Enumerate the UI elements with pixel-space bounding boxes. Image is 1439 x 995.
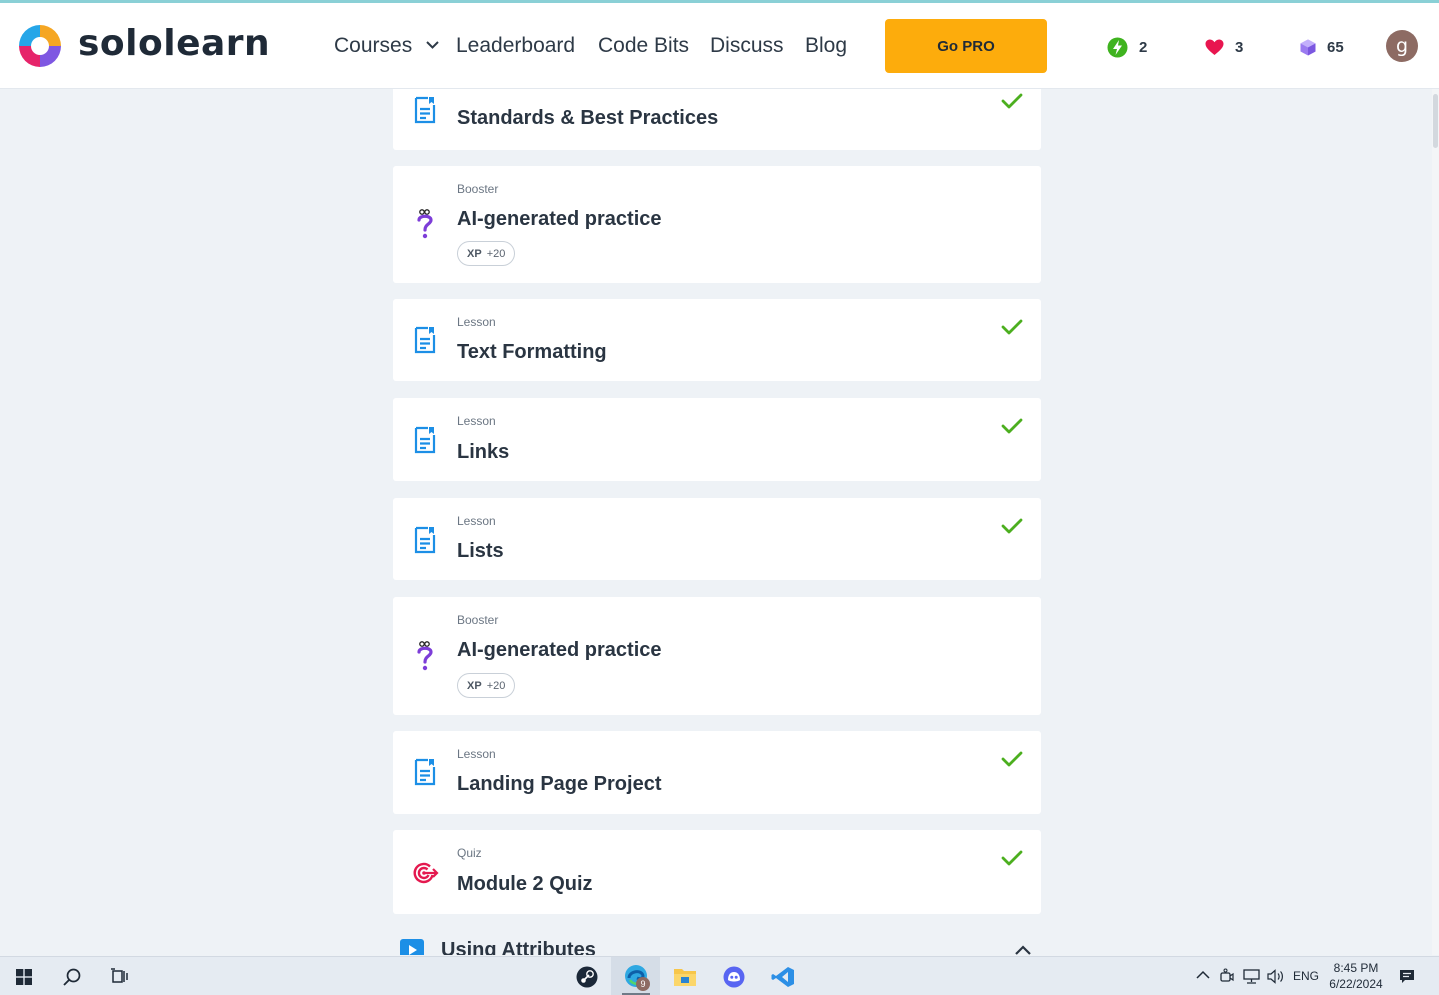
chevron-down-icon bbox=[426, 41, 439, 49]
search-icon[interactable] bbox=[63, 968, 81, 986]
gems-count: 65 bbox=[1327, 38, 1344, 56]
item-title: Landing Page Project bbox=[457, 773, 662, 795]
completed-check-icon bbox=[1001, 93, 1023, 109]
visual-studio-icon[interactable] bbox=[771, 966, 795, 988]
item-title: Links bbox=[457, 441, 510, 463]
item-type-label: Booster bbox=[457, 182, 499, 196]
item-type-label: Lesson bbox=[457, 514, 496, 528]
booster-card[interactable]: Booster AI-generated practice XP +20 bbox=[393, 166, 1041, 283]
network-icon[interactable] bbox=[1243, 969, 1260, 984]
hearts-count: 3 bbox=[1235, 38, 1244, 56]
sololearn-logo-icon[interactable] bbox=[15, 21, 65, 71]
page-scrollbar[interactable] bbox=[1432, 89, 1439, 955]
lesson-icon bbox=[414, 96, 436, 124]
windows-start-icon[interactable] bbox=[16, 969, 32, 985]
lesson-icon bbox=[414, 326, 436, 354]
section-header-using-attributes[interactable]: Using Attributes bbox=[393, 935, 1041, 955]
lesson-card[interactable]: Lesson Standards & Best Practices bbox=[393, 89, 1041, 150]
chevron-up-icon[interactable] bbox=[1196, 970, 1210, 979]
discord-icon[interactable] bbox=[722, 966, 746, 988]
heart-icon bbox=[1205, 39, 1224, 55]
chevron-up-icon[interactable] bbox=[1015, 945, 1031, 955]
meet-now-icon[interactable] bbox=[1220, 968, 1234, 984]
nav-courses[interactable]: Courses bbox=[334, 34, 439, 58]
streak-count: 2 bbox=[1139, 38, 1148, 56]
completed-check-icon bbox=[1001, 751, 1023, 767]
avatar[interactable]: g bbox=[1386, 30, 1418, 62]
item-title: Text Formatting bbox=[457, 341, 607, 363]
xp-badge: XP +20 bbox=[457, 673, 516, 698]
xp-label: XP bbox=[467, 247, 482, 260]
lesson-card[interactable]: Lesson Text Formatting bbox=[393, 299, 1041, 381]
item-type-label: Lesson bbox=[457, 315, 496, 329]
course-content: Lesson Standards & Best Practices Booste… bbox=[0, 89, 1439, 955]
gems-counter[interactable]: 65 bbox=[1300, 36, 1344, 58]
file-explorer-icon[interactable] bbox=[673, 966, 697, 987]
logo-text[interactable]: sololearn bbox=[78, 23, 270, 64]
gem-icon bbox=[1300, 39, 1316, 55]
item-title: Lists bbox=[457, 540, 504, 562]
completed-check-icon bbox=[1001, 518, 1023, 534]
go-pro-button[interactable]: Go PRO bbox=[885, 19, 1047, 73]
windows-taskbar: 9 ENG 8:45 PM 6/22/2024 bbox=[0, 956, 1439, 995]
nav-blog[interactable]: Blog bbox=[805, 34, 847, 58]
nav-discuss[interactable]: Discuss bbox=[710, 34, 784, 58]
nav-code-bits[interactable]: Code Bits bbox=[598, 34, 689, 58]
language-indicator[interactable]: ENG bbox=[1293, 969, 1319, 995]
lesson-card[interactable]: Lesson Links bbox=[393, 398, 1041, 481]
lesson-icon bbox=[414, 426, 436, 454]
item-type-label: Lesson bbox=[457, 414, 496, 428]
video-play-icon bbox=[400, 939, 424, 955]
completed-check-icon bbox=[1001, 418, 1023, 434]
booster-card[interactable]: Booster AI-generated practice XP +20 bbox=[393, 597, 1041, 715]
notifications-icon[interactable] bbox=[1399, 969, 1415, 984]
xp-value: +20 bbox=[486, 679, 506, 692]
item-type-label: Quiz bbox=[457, 846, 482, 860]
item-type-label: Lesson bbox=[457, 89, 496, 92]
xp-badge: XP +20 bbox=[457, 241, 516, 266]
completed-check-icon bbox=[1001, 850, 1023, 866]
clock-date: 6/22/2024 bbox=[1329, 977, 1383, 991]
item-title: AI-generated practice bbox=[457, 639, 662, 661]
lesson-icon bbox=[414, 526, 436, 554]
target-icon bbox=[413, 862, 439, 884]
clock-time: 8:45 PM bbox=[1333, 961, 1379, 975]
lightning-icon bbox=[1107, 37, 1128, 57]
item-title: Standards & Best Practices bbox=[457, 107, 719, 129]
lesson-card[interactable]: Lesson Lists bbox=[393, 498, 1041, 580]
lesson-card[interactable]: Lesson Landing Page Project bbox=[393, 731, 1041, 814]
item-title: AI-generated practice bbox=[457, 208, 662, 230]
hearts-counter[interactable]: 3 bbox=[1205, 36, 1243, 58]
item-title: Module 2 Quiz bbox=[457, 873, 593, 895]
item-type-label: Booster bbox=[457, 613, 499, 627]
streak-counter[interactable]: 2 bbox=[1107, 36, 1147, 58]
item-type-label: Lesson bbox=[457, 747, 496, 761]
edge-profile-badge: 9 bbox=[636, 977, 650, 991]
xp-label: XP bbox=[467, 679, 482, 692]
nav-courses-label: Courses bbox=[334, 34, 413, 57]
lesson-icon bbox=[414, 758, 436, 786]
question-icon bbox=[417, 641, 433, 671]
quiz-card[interactable]: Quiz Module 2 Quiz bbox=[393, 830, 1041, 914]
xp-value: +20 bbox=[486, 247, 506, 260]
top-navbar: sololearn Courses Leaderboard Code Bits … bbox=[0, 3, 1439, 89]
question-icon bbox=[417, 209, 433, 239]
system-clock[interactable]: 8:45 PM 6/22/2024 bbox=[1322, 960, 1390, 992]
volume-icon[interactable] bbox=[1267, 969, 1284, 984]
steam-icon[interactable] bbox=[576, 966, 598, 988]
task-view-icon[interactable] bbox=[110, 968, 129, 985]
nav-leaderboard[interactable]: Leaderboard bbox=[456, 34, 575, 58]
completed-check-icon bbox=[1001, 319, 1023, 335]
scrollbar-thumb[interactable] bbox=[1433, 94, 1438, 148]
section-title: Using Attributes bbox=[441, 939, 596, 955]
